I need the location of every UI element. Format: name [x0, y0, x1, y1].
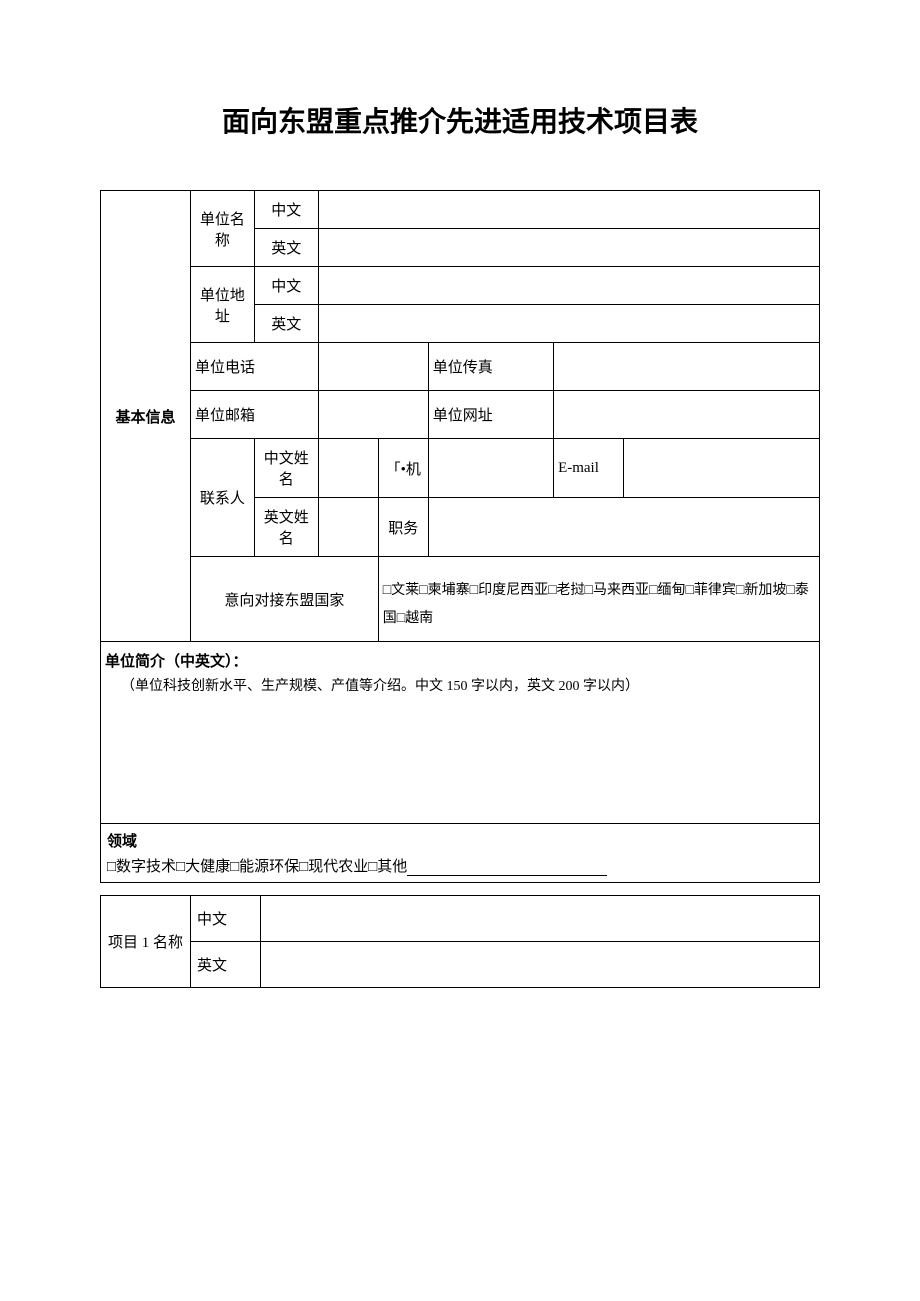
intro-table: 单位简介（中英文）： （单位科技创新水平、生产规模、产值等介绍。中文 150 字…	[100, 642, 820, 824]
unit-email-label: 单位邮箱	[191, 391, 319, 439]
contact-label: 联系人	[191, 439, 255, 557]
project1-cn-input[interactable]	[261, 895, 820, 941]
unit-address-cn-label: 中文	[254, 267, 318, 305]
contact-en-name-input[interactable]	[318, 498, 378, 557]
unit-address-en-label: 英文	[254, 305, 318, 343]
intro-body-input[interactable]	[101, 703, 820, 823]
contact-cn-name-label: 中文姓名	[254, 439, 318, 498]
unit-address-label: 单位地址	[191, 267, 255, 343]
project1-en-label: 英文	[191, 941, 261, 987]
unit-name-cn-input[interactable]	[318, 191, 819, 229]
unit-email-input[interactable]	[318, 391, 428, 439]
domain-table: 领域 □数字技术□大健康□能源环保□现代农业□其他	[100, 824, 820, 883]
basic-info-table: 基本信息 单位名称 中文 英文 单位地址 中文 英文 单位电话 单位传真 单位邮…	[100, 190, 820, 642]
contact-position-label: 职务	[378, 498, 428, 557]
unit-phone-input[interactable]	[318, 343, 428, 391]
unit-website-input[interactable]	[554, 391, 820, 439]
contact-en-name-label: 英文姓名	[254, 498, 318, 557]
target-countries-label: 意向对接东盟国家	[191, 557, 379, 642]
unit-name-cn-label: 中文	[254, 191, 318, 229]
contact-mobile-label: 「•机	[378, 439, 428, 498]
domain-options-cell[interactable]: □数字技术□大健康□能源环保□现代农业□其他	[101, 853, 820, 883]
project1-en-input[interactable]	[261, 941, 820, 987]
project1-cn-label: 中文	[191, 895, 261, 941]
domain-other-blank[interactable]	[407, 875, 607, 876]
unit-fax-input[interactable]	[554, 343, 820, 391]
unit-address-en-input[interactable]	[318, 305, 819, 343]
unit-name-en-input[interactable]	[318, 229, 819, 267]
basic-info-header: 基本信息	[101, 191, 191, 642]
contact-mobile-input[interactable]	[428, 439, 553, 498]
intro-hint: （单位科技创新水平、生产规模、产值等介绍。中文 150 字以内，英文 200 字…	[101, 671, 820, 703]
intro-title: 单位简介（中英文）：	[105, 654, 248, 670]
project1-table: 项目 1 名称 中文 英文	[100, 895, 820, 988]
target-countries-options[interactable]: □文莱□柬埔寨□印度尼西亚□老挝□马来西亚□缅甸□菲律宾□新加坡□泰国□越南	[378, 557, 819, 642]
domain-options[interactable]: □数字技术□大健康□能源环保□现代农业□其他	[107, 859, 407, 875]
domain-title: 领域	[101, 824, 820, 853]
contact-email-input[interactable]	[624, 439, 820, 498]
unit-name-label: 单位名称	[191, 191, 255, 267]
unit-phone-label: 单位电话	[191, 343, 319, 391]
unit-fax-label: 单位传真	[428, 343, 553, 391]
contact-cn-name-input[interactable]	[318, 439, 378, 498]
unit-website-label: 单位网址	[428, 391, 553, 439]
unit-address-cn-input[interactable]	[318, 267, 819, 305]
contact-position-input[interactable]	[428, 498, 819, 557]
page-title: 面向东盟重点推介先进适用技术项目表	[100, 100, 820, 140]
project1-name-label: 项目 1 名称	[101, 895, 191, 987]
unit-name-en-label: 英文	[254, 229, 318, 267]
contact-email-label: E-mail	[554, 439, 624, 498]
